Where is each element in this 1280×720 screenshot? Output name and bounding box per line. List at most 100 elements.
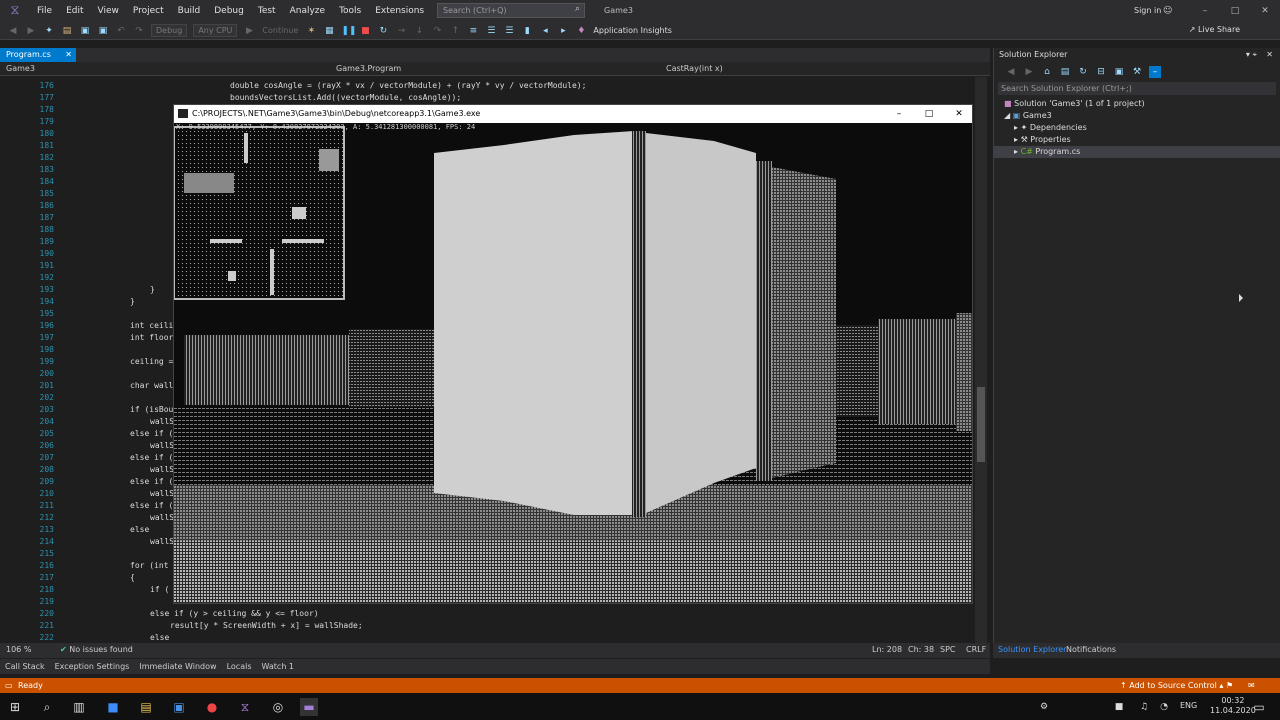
console-window[interactable]: X: 9.5339890345477, Y: 8.430827872324203… (173, 104, 973, 604)
editor-scroll-thumb[interactable] (977, 387, 985, 462)
back-icon[interactable]: ◀ (7, 25, 19, 37)
console-app-taskbar-icon[interactable]: ▬ (300, 698, 318, 716)
hot-reload-icon[interactable]: ✶ (305, 25, 317, 37)
chrome-icon[interactable]: ● (203, 698, 221, 716)
tab-call-stack[interactable]: Call Stack (0, 662, 50, 671)
close-icon[interactable]: ✕ (1250, 0, 1280, 22)
live-share-button[interactable]: ↗ Live Share (1189, 25, 1240, 34)
task-view-icon[interactable]: ▥ (70, 698, 88, 716)
editor-vertical-scrollbar[interactable] (975, 77, 987, 643)
tab-close-icon[interactable]: ✕ (65, 48, 72, 62)
solution-search-input[interactable]: Search Solution Explorer (Ctrl+;) (998, 82, 1276, 95)
continue-icon[interactable]: ▶ (243, 25, 255, 37)
search-icon[interactable]: ⌕ (38, 698, 56, 716)
tab-program-cs[interactable]: Program.cs ✕ (0, 48, 76, 62)
new-project-icon[interactable]: ✦ (43, 25, 55, 37)
wifi-icon[interactable]: ◔ (1155, 698, 1173, 716)
clock[interactable]: 00:32 11.04.2020 (1210, 696, 1256, 716)
open-folder-icon[interactable]: ▤ (61, 25, 73, 37)
user-icon[interactable]: ☺ (1163, 0, 1172, 22)
comment-icon[interactable]: ☰ (485, 25, 497, 37)
pin-icon[interactable]: ▾ ⌖ (1246, 48, 1257, 62)
char-indicator[interactable]: Ch: 38 (908, 645, 934, 654)
menu-debug[interactable]: Debug (207, 0, 251, 22)
menu-extensions[interactable]: Extensions (368, 0, 431, 22)
network-icon[interactable]: ■ (1110, 698, 1128, 716)
menu-analyze[interactable]: Analyze (283, 0, 332, 22)
show-all-files-icon[interactable]: ▣ (1113, 66, 1125, 78)
menu-build[interactable]: Build (171, 0, 208, 22)
se-back-icon[interactable]: ◀ (1005, 66, 1017, 78)
app-insights-button[interactable]: Application Insights (593, 26, 672, 35)
tree-project[interactable]: ◢ ▣ Game3 (1004, 110, 1052, 122)
tree-properties[interactable]: ▸ ⚒ Properties (1014, 134, 1071, 146)
next-bookmark-icon[interactable]: ▸ (557, 25, 569, 37)
sync-icon[interactable]: ↻ (1077, 66, 1089, 78)
tab-notifications[interactable]: Notifications (1066, 645, 1116, 654)
whitespace-indicator[interactable]: SPC (940, 645, 956, 654)
tab-immediate-window[interactable]: Immediate Window (134, 662, 221, 671)
visual-studio-icon[interactable]: ⧖ (236, 698, 254, 716)
maximize-icon[interactable]: □ (1220, 0, 1250, 22)
file-explorer-icon[interactable]: ▤ (137, 698, 155, 716)
minimize-icon[interactable]: – (1190, 0, 1220, 22)
platform-dropdown[interactable]: Any CPU (193, 24, 238, 37)
tree-dependencies[interactable]: ▸ ✦ Dependencies (1014, 122, 1087, 134)
tray-icons[interactable]: ⚙ (1035, 698, 1053, 716)
sign-in-link[interactable]: Sign in (1134, 0, 1161, 22)
switch-views-icon[interactable]: ▤ (1059, 66, 1071, 78)
config-dropdown[interactable]: Debug (151, 24, 188, 37)
menu-test[interactable]: Test (251, 0, 283, 22)
menu-project[interactable]: Project (126, 0, 171, 22)
properties-icon[interactable]: ⚒ (1131, 66, 1143, 78)
bookmark-icon[interactable]: ▮ (521, 25, 533, 37)
show-next-statement-icon[interactable]: → (395, 25, 407, 37)
console-minimize-icon[interactable]: – (884, 105, 914, 123)
member-dropdown[interactable]: CastRay(int x) (666, 64, 723, 73)
line-indicator[interactable]: Ln: 208 (872, 645, 902, 654)
search-input[interactable]: Search (Ctrl+Q) ⌕ (437, 3, 585, 18)
app-insights-icon[interactable]: ♦ (575, 25, 587, 37)
volume-icon[interactable]: ♫ (1135, 698, 1153, 716)
line-ending-indicator[interactable]: CRLF (966, 645, 986, 654)
save-icon[interactable]: ▣ (79, 25, 91, 37)
panel-close-icon[interactable]: ✕ (1266, 48, 1273, 62)
stop-icon[interactable]: ■ (359, 25, 371, 37)
store-icon[interactable]: ■ (104, 698, 122, 716)
menu-file[interactable]: File (30, 0, 59, 22)
save-all-icon[interactable]: ▣ (97, 25, 109, 37)
console-close-icon[interactable]: ✕ (944, 105, 972, 123)
diagnostics-icon[interactable]: ▦ (323, 25, 335, 37)
tab-watch-1[interactable]: Watch 1 (256, 662, 299, 671)
tab-solution-explorer[interactable]: Solution Explorer (998, 645, 1066, 654)
threads-icon[interactable]: ≡ (467, 25, 479, 37)
action-center-icon[interactable]: ▭ (1250, 698, 1268, 716)
store-bag-icon[interactable]: ▣ (170, 698, 188, 716)
home-icon[interactable]: ⌂ (1041, 66, 1053, 78)
tree-program-cs[interactable]: ▸ C# Program.cs (994, 146, 1280, 158)
step-out-icon[interactable]: ↑ (449, 25, 461, 37)
tab-exception-settings[interactable]: Exception Settings (50, 662, 135, 671)
tree-solution[interactable]: ■ Solution 'Game3' (1 of 1 project) (1004, 98, 1145, 110)
zoom-level[interactable]: 106 % (6, 645, 31, 654)
feedback-icon[interactable]: ⚑ (1226, 678, 1233, 693)
console-titlebar[interactable]: C:\PROJECTS\.NET\Game3\Game3\bin\Debug\n… (174, 105, 972, 123)
class-dropdown[interactable]: Game3.Program (336, 64, 401, 73)
undo-icon[interactable]: ↶ (115, 25, 127, 37)
github-icon[interactable]: ◎ (269, 698, 287, 716)
start-icon[interactable]: ⊞ (6, 698, 24, 716)
notifications-icon[interactable]: ✉ (1248, 678, 1255, 693)
add-source-control-button[interactable]: ↑ Add to Source Control ▴ (1120, 678, 1223, 693)
step-over-icon[interactable]: ↷ (431, 25, 443, 37)
language-indicator[interactable]: ENG (1180, 701, 1197, 710)
pause-icon[interactable]: ❚❚ (341, 25, 356, 37)
preview-icon[interactable]: – (1149, 66, 1161, 78)
se-forward-icon[interactable]: ▶ (1023, 66, 1035, 78)
redo-icon[interactable]: ↷ (133, 25, 145, 37)
collapse-all-icon[interactable]: ⊟ (1095, 66, 1107, 78)
restart-icon[interactable]: ↻ (377, 25, 389, 37)
menu-view[interactable]: View (91, 0, 126, 22)
continue-button[interactable]: Continue (262, 26, 298, 35)
forward-icon[interactable]: ▶ (25, 25, 37, 37)
menu-tools[interactable]: Tools (332, 0, 368, 22)
